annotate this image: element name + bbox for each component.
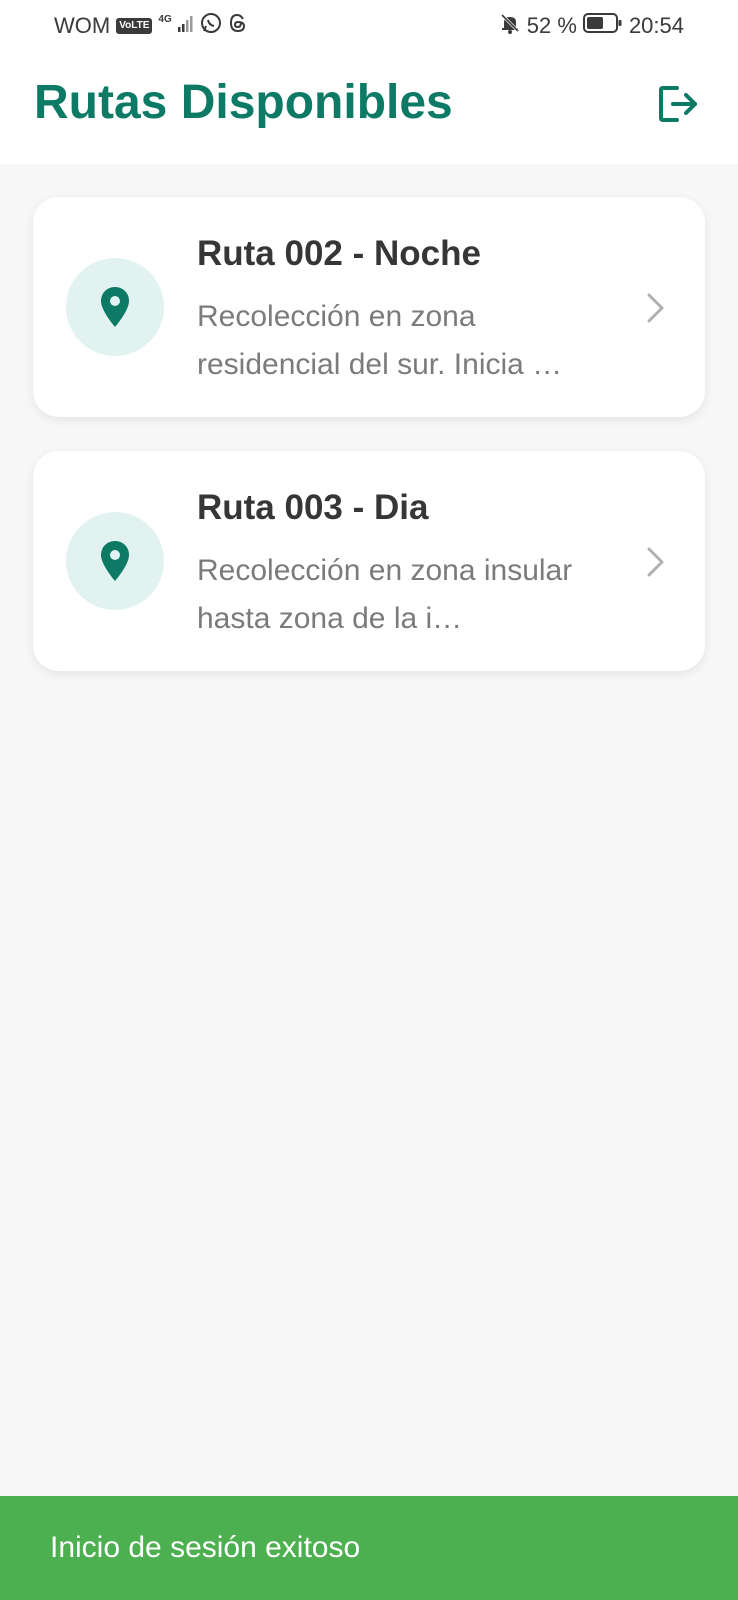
muted-bell-icon bbox=[499, 12, 521, 40]
chevron-right-icon bbox=[647, 293, 664, 323]
whatsapp-icon bbox=[200, 12, 222, 40]
carrier-name: WOM bbox=[54, 13, 111, 38]
route-list: Ruta 002 - Noche Recolección en zona res… bbox=[33, 197, 705, 705]
status-bar: WOM VoLTE 4G 52 % 20:54 bbox=[0, 0, 738, 52]
route-description: Recolección en zona insular hasta zona d… bbox=[197, 554, 573, 635]
route-card[interactable]: Ruta 002 - Noche Recolección en zona res… bbox=[33, 197, 705, 417]
snackbar: Inicio de sesión exitoso bbox=[0, 1496, 738, 1600]
location-pin-icon bbox=[101, 541, 129, 581]
route-name: Ruta 003 - Dia bbox=[197, 488, 429, 527]
app-header: Rutas Disponibles bbox=[0, 52, 738, 164]
threads-icon bbox=[228, 12, 248, 40]
logout-button[interactable] bbox=[654, 80, 702, 128]
signal-icon bbox=[177, 13, 194, 39]
chevron-right-icon bbox=[647, 547, 664, 577]
route-icon-circle bbox=[66, 512, 164, 610]
volte-badge: VoLTE bbox=[116, 18, 153, 34]
page-title: Rutas Disponibles bbox=[34, 76, 453, 129]
logout-icon bbox=[659, 86, 697, 122]
snackbar-message: Inicio de sesión exitoso bbox=[50, 1531, 361, 1564]
route-card[interactable]: Ruta 003 - Dia Recolección en zona insul… bbox=[33, 451, 705, 671]
network-type: 4G bbox=[158, 14, 172, 25]
battery-percent: 52 % bbox=[526, 13, 577, 38]
status-right: 52 % 20:54 bbox=[499, 12, 684, 40]
status-left: WOM VoLTE 4G bbox=[54, 12, 248, 40]
location-pin-icon bbox=[101, 287, 129, 327]
route-name: Ruta 002 - Noche bbox=[197, 234, 481, 273]
clock: 20:54 bbox=[628, 13, 684, 38]
battery-icon bbox=[582, 12, 623, 40]
route-icon-circle bbox=[66, 258, 164, 356]
route-description: Recolección en zona residencial del sur.… bbox=[197, 300, 563, 381]
